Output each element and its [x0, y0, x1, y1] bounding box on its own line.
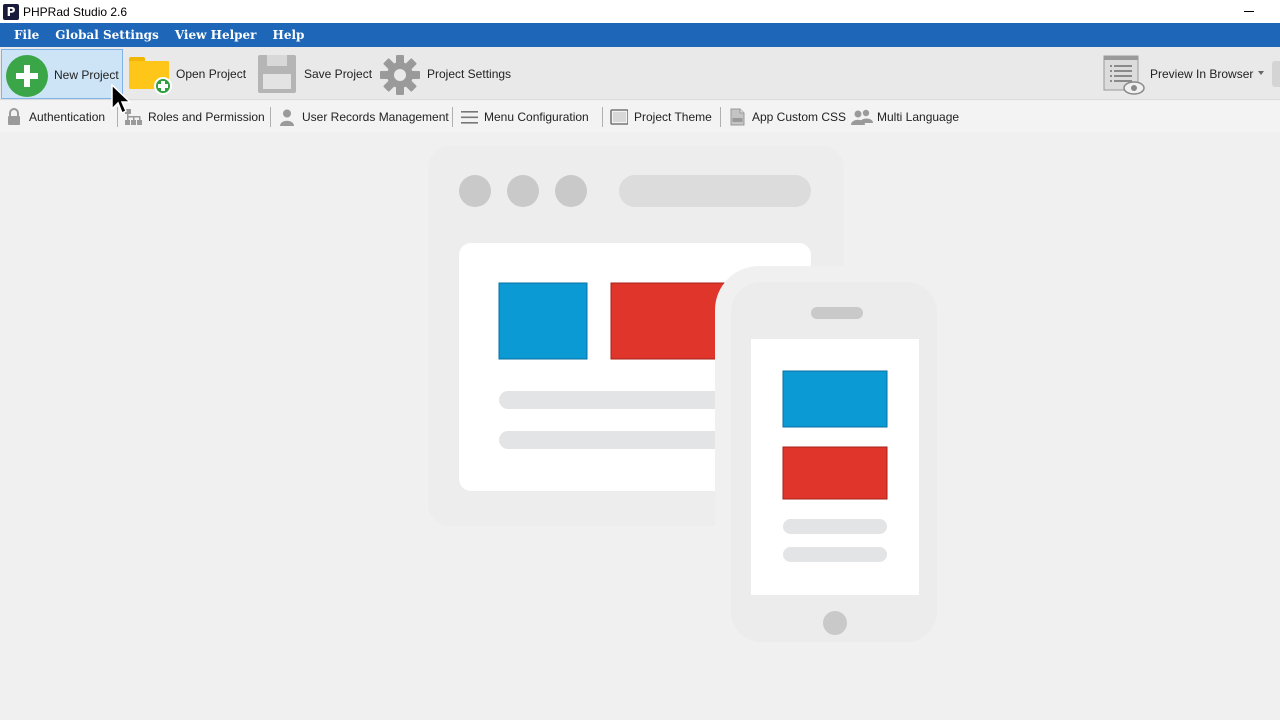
gear-icon: [380, 55, 420, 95]
welcome-illustration: [428, 146, 941, 654]
blue-block: [498, 282, 588, 360]
multi-language-label: Multi Language: [877, 110, 960, 124]
lock-icon: [8, 108, 20, 125]
preview-in-browser-label: Preview In Browser: [1150, 67, 1254, 81]
floppy-disk-icon: [258, 55, 296, 93]
save-project-button[interactable]: Save Project: [256, 49, 374, 99]
css-file-icon: [730, 108, 745, 126]
new-project-button[interactable]: New Project: [1, 49, 123, 99]
toolbar-separator: [720, 107, 721, 127]
menu-bar: File Global Settings View Helper Help: [0, 23, 1280, 47]
multi-language-button[interactable]: Multi Language: [851, 104, 959, 130]
app-custom-css-label: App Custom CSS: [752, 110, 847, 124]
project-settings-label: Project Settings: [427, 67, 512, 81]
title-bar: P PHPRad Studio 2.6: [0, 0, 1280, 23]
menu-file[interactable]: File: [6, 23, 47, 47]
authentication-label: Authentication: [29, 110, 106, 124]
authentication-button[interactable]: Authentication: [5, 104, 105, 130]
open-project-button[interactable]: Open Project: [127, 49, 252, 99]
mouse-cursor-icon: [111, 84, 132, 115]
window-dot: [459, 175, 491, 207]
new-project-label: New Project: [54, 68, 119, 82]
toolbar-separator: [270, 107, 271, 127]
secondary-toolbar: Authentication Roles and Permission User…: [0, 101, 1280, 132]
phone-home-button: [823, 611, 847, 635]
menu-configuration-label: Menu Configuration: [484, 110, 589, 124]
phone-text-line: [783, 547, 887, 562]
preview-in-browser-button[interactable]: Preview In Browser: [1100, 49, 1270, 99]
user-records-management-button[interactable]: User Records Management: [278, 104, 449, 130]
dropdown-caret-icon[interactable]: [1258, 71, 1264, 75]
theme-window-icon: [610, 109, 628, 125]
folder-add-icon: [129, 57, 172, 95]
project-theme-button[interactable]: Project Theme: [610, 104, 712, 130]
toolbar-separator: [602, 107, 603, 127]
minimize-icon: [1244, 10, 1254, 12]
roles-and-permission-button[interactable]: Roles and Permission: [124, 104, 265, 130]
users-group-icon: [851, 109, 873, 125]
toolbar-separator: [452, 107, 453, 127]
plus-circle-icon: [6, 55, 48, 97]
save-project-label: Save Project: [304, 67, 373, 81]
phone-speaker: [811, 307, 863, 319]
phone-text-line: [783, 519, 887, 534]
project-theme-label: Project Theme: [634, 110, 712, 124]
user-records-management-label: User Records Management: [302, 110, 449, 124]
app-logo: P: [3, 3, 19, 20]
menu-help[interactable]: Help: [265, 23, 313, 47]
window-title: PHPRad Studio 2.6: [23, 4, 128, 19]
project-settings-button[interactable]: Project Settings: [377, 49, 517, 99]
app-custom-css-button[interactable]: App Custom CSS: [728, 104, 846, 130]
preview-document-icon: [1103, 55, 1145, 95]
toolbar-overflow-handle[interactable]: [1272, 61, 1280, 87]
menu-global-settings[interactable]: Global Settings: [47, 23, 167, 47]
menu-view-helper[interactable]: View Helper: [167, 23, 265, 47]
menu-configuration-button[interactable]: Menu Configuration: [460, 104, 589, 130]
text-line-placeholder: [499, 391, 739, 409]
minimize-button[interactable]: [1234, 2, 1264, 20]
window-dot: [555, 175, 587, 207]
main-toolbar: New Project Open Project Save Project Pr…: [0, 47, 1280, 100]
address-bar-placeholder: [619, 175, 811, 207]
text-line-placeholder: [499, 431, 739, 449]
roles-and-permission-label: Roles and Permission: [148, 110, 265, 124]
user-icon: [280, 109, 294, 126]
phone-blue-block: [782, 370, 888, 428]
hamburger-menu-icon: [461, 111, 478, 124]
red-block: [610, 282, 732, 360]
open-project-label: Open Project: [176, 67, 247, 81]
window-dot: [507, 175, 539, 207]
phone-red-block: [782, 446, 888, 500]
